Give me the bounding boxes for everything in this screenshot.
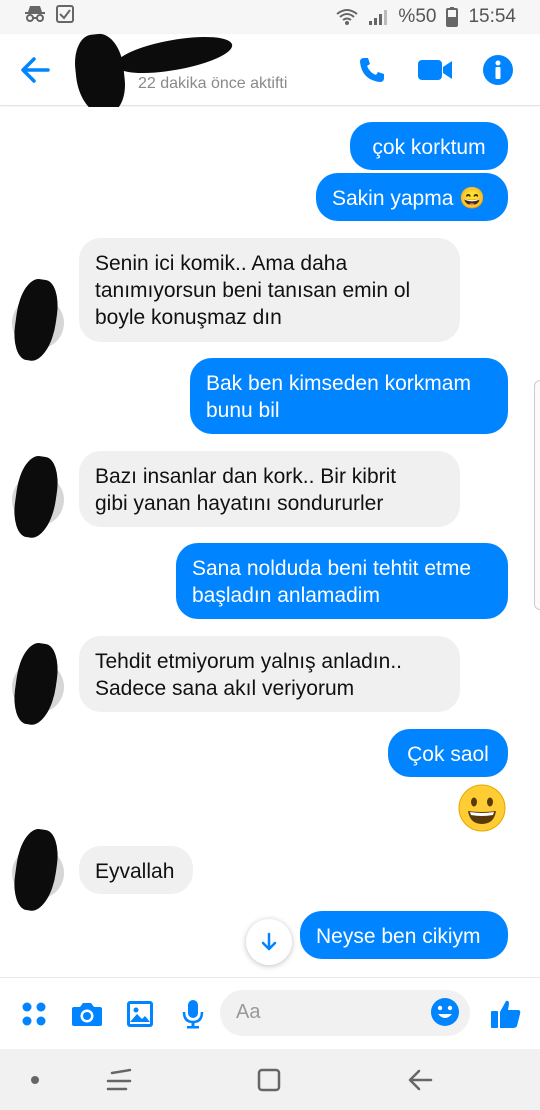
incognito-icon: [24, 5, 46, 29]
outgoing-message[interactable]: Sakin yapma 😄: [316, 173, 508, 221]
redacted-avatar[interactable]: [71, 31, 129, 117]
voice-message-button[interactable]: [175, 996, 211, 1032]
image-icon: [127, 1001, 153, 1027]
more-apps-icon: [22, 1002, 46, 1026]
redaction-scribble: [10, 453, 62, 541]
outgoing-message[interactable]: çok korktum: [350, 122, 508, 170]
camera-icon: [72, 1003, 102, 1026]
contact-avatar[interactable]: [10, 640, 64, 728]
check-box-icon: [56, 5, 74, 29]
video-call-button[interactable]: [415, 50, 455, 90]
system-back-button[interactable]: [405, 1065, 435, 1095]
edge-panel-handle[interactable]: [534, 380, 540, 610]
thumbs-up-icon: [491, 1000, 521, 1028]
clock: 15:54: [468, 6, 516, 27]
info-button[interactable]: [478, 50, 518, 90]
phone-icon: [360, 58, 384, 82]
contact-avatar[interactable]: [10, 826, 64, 914]
incoming-message[interactable]: Bazı insanlar dan kork.. Bir kibrit gibi…: [79, 451, 460, 527]
wifi-icon: [336, 8, 359, 26]
message-composer: Aa: [0, 977, 540, 1049]
camera-button[interactable]: [69, 996, 105, 1032]
nav-dot-icon: [31, 1076, 39, 1084]
like-button[interactable]: [488, 996, 524, 1032]
nav-dot-button[interactable]: [20, 1065, 50, 1095]
outgoing-message[interactable]: Çok saol: [388, 729, 508, 777]
grinning-squinting-emoji: 😄: [459, 187, 486, 210]
redaction-scribble: [10, 276, 62, 364]
incoming-message[interactable]: Tehdit etmiyorum yalnış anladın.. Sadece…: [79, 636, 460, 712]
outgoing-message[interactable]: Sana nolduda beni tehtit etme başladın a…: [176, 543, 508, 619]
info-icon: [483, 55, 513, 85]
status-bar: %50 15:54: [0, 0, 540, 34]
gallery-button[interactable]: [122, 996, 158, 1032]
battery-text: %50: [398, 6, 437, 27]
emoji-icon: [431, 998, 459, 1026]
contact-avatar[interactable]: [10, 276, 64, 364]
system-navigation-bar: [0, 1049, 540, 1110]
recent-apps-icon: [106, 1068, 132, 1091]
arrow-left-icon: [21, 57, 50, 83]
signal-icon: [368, 8, 388, 26]
scroll-to-bottom-button[interactable]: [246, 919, 292, 965]
recent-apps-button[interactable]: [104, 1065, 134, 1095]
incoming-message[interactable]: Eyvallah: [79, 846, 193, 894]
incoming-message[interactable]: Senin ici komik.. Ama daha tanımıyorsun …: [79, 238, 460, 342]
redaction-scribble: [10, 640, 62, 728]
video-camera-icon: [418, 60, 452, 80]
contact-status: 22 dakika önce aktifti: [138, 75, 288, 92]
redaction-scribble: [10, 826, 62, 914]
back-icon: [408, 1069, 433, 1091]
outgoing-message[interactable]: Neyse ben cikiym: [300, 911, 508, 959]
conversation-header: 22 dakika önce aktifti: [0, 29, 540, 117]
emoji-button[interactable]: [430, 997, 460, 1032]
back-button[interactable]: [18, 52, 54, 88]
microphone-icon: [182, 1000, 204, 1029]
grinning-face-emoji[interactable]: [458, 784, 506, 832]
arrow-down-icon: [261, 932, 277, 951]
battery-icon: [446, 7, 459, 27]
home-button[interactable]: [254, 1065, 284, 1095]
message-list[interactable]: çok korktum Sakin yapma 😄 Senin ici komi…: [0, 107, 540, 977]
contact-avatar[interactable]: [10, 453, 64, 541]
redacted-contact-name: [113, 29, 235, 81]
home-icon: [257, 1068, 281, 1092]
more-apps-button[interactable]: [16, 996, 52, 1032]
outgoing-message[interactable]: Bak ben kimseden korkmam bunu bil: [190, 358, 508, 434]
call-button[interactable]: [352, 50, 392, 90]
